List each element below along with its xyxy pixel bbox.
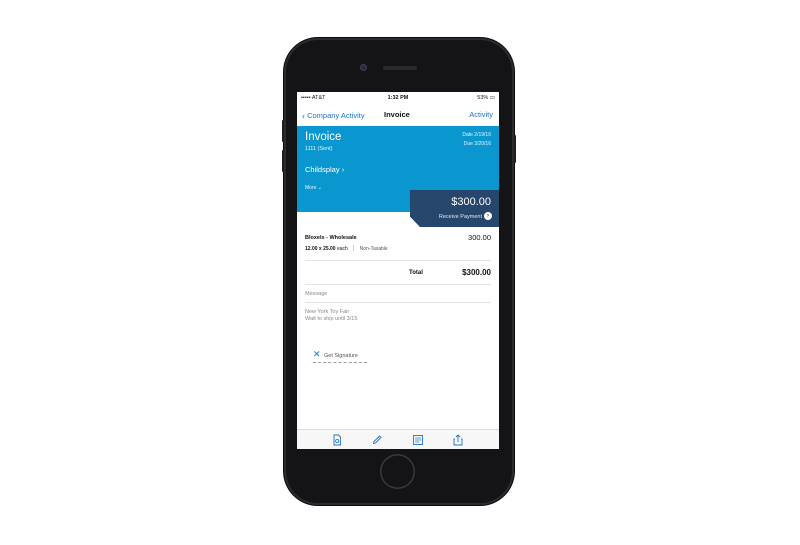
power-button: [514, 135, 516, 163]
pdf-icon[interactable]: [331, 434, 343, 446]
total-label: Total: [409, 270, 423, 276]
battery-indicator: 53% ▭: [477, 95, 495, 101]
home-button[interactable]: [380, 454, 415, 489]
item-amount: 300.00: [468, 233, 491, 242]
pencil-icon[interactable]: [371, 434, 383, 446]
page-title: Invoice: [384, 110, 410, 119]
message-line: Wait to ship until 3/15: [305, 316, 358, 322]
item-unit: each: [336, 246, 348, 252]
chevron-left-icon: ‹: [302, 111, 305, 121]
invoice-dates: Date 2/19/16 Due 3/20/16: [462, 131, 491, 149]
item-quantity-rate: 12.00 x 25.00 each Non-Taxable: [305, 245, 388, 252]
chevron-down-icon: ⌄: [317, 185, 322, 191]
status-bar: ••••• AT&T 1:32 PM 53% ▭: [297, 92, 499, 103]
document-icon[interactable]: [412, 434, 424, 446]
divider: [305, 302, 491, 303]
receive-payment-label: Receive Payment: [438, 214, 482, 220]
item-qty-rate: 12.00 x 25.00: [305, 246, 336, 252]
volume-button: [282, 120, 284, 142]
more-label: More: [305, 185, 317, 191]
line-item[interactable]: Bloxels - Wholesale 12.00 x 25.00 each N…: [297, 232, 499, 262]
item-separator: [353, 245, 355, 251]
app-screen: ••••• AT&T 1:32 PM 53% ▭ ‹ Company Activ…: [297, 92, 499, 449]
signature-label: Get Signature: [324, 353, 358, 359]
activity-button[interactable]: Activity: [469, 110, 493, 119]
balance-amount: $300.00: [451, 196, 491, 208]
get-signature-button[interactable]: ✕ Get Signature: [313, 349, 367, 363]
message-line: New York Toy Fair: [305, 309, 350, 315]
invoice-number-status: 1111 (Sent): [305, 146, 333, 152]
volume-button: [282, 150, 284, 172]
close-x-icon: ✕: [313, 349, 321, 359]
invoice-due-date: Due 3/20/16: [463, 141, 491, 147]
customer-link[interactable]: Childsplay ›: [305, 165, 344, 174]
arrow-right-circle-icon[interactable]: ›: [484, 212, 492, 220]
invoice-date: Date 2/19/16: [462, 132, 491, 138]
customer-name: Childsplay: [305, 165, 340, 174]
back-button[interactable]: ‹ Company Activity: [302, 110, 365, 121]
receive-payment-panel[interactable]: $300.00 Receive Payment ›: [410, 190, 499, 227]
bottom-toolbar: [297, 429, 499, 449]
invoice-title: Invoice: [305, 131, 342, 143]
item-tax-status: Non-Taxable: [359, 246, 388, 252]
message-label: Message: [305, 291, 328, 297]
back-button-label: Company Activity: [307, 111, 365, 120]
clock: 1:32 PM: [387, 95, 409, 101]
navigation-bar: ‹ Company Activity Invoice Activity: [297, 103, 499, 127]
chevron-right-icon: ›: [341, 165, 345, 174]
item-name: Bloxels - Wholesale: [305, 235, 357, 241]
share-icon[interactable]: [452, 434, 464, 446]
total-value: $300.00: [462, 268, 491, 277]
message-text[interactable]: New York Toy Fair Wait to ship until 3/1…: [305, 309, 357, 323]
divider: [305, 284, 491, 285]
earpiece-speaker: [383, 66, 417, 70]
divider: [305, 260, 491, 261]
front-camera: [360, 64, 367, 71]
more-toggle[interactable]: More ⌄: [305, 185, 322, 191]
